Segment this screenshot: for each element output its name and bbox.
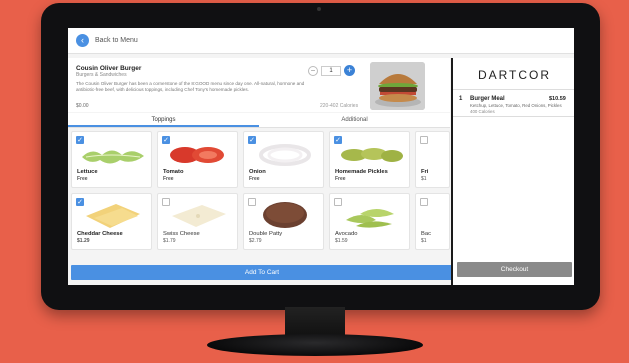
- monitor-stand: [207, 334, 423, 356]
- pickles-image: [341, 148, 403, 162]
- checkbox-unchecked[interactable]: [420, 198, 428, 206]
- tab-additional[interactable]: Additional: [259, 113, 450, 127]
- back-to-menu-link[interactable]: Back to Menu: [95, 37, 138, 44]
- product-category: Burgers & Sandwiches: [76, 72, 127, 78]
- topping-name: Swiss Cheese: [163, 231, 200, 237]
- topping-name: Cheddar Cheese: [77, 231, 123, 237]
- checkbox-checked[interactable]: ✓: [248, 136, 256, 144]
- avocado-image: [346, 209, 394, 228]
- top-bar: ‹ Back to Menu: [68, 28, 574, 54]
- add-to-cart-button[interactable]: Add To Cart: [71, 265, 453, 280]
- topping-card-lettuce[interactable]: ✓ Lettuce Free: [71, 131, 152, 188]
- topping-card-cheddar-cheese[interactable]: ✓ Cheddar Cheese $1.29: [71, 193, 152, 250]
- topping-price: Free: [249, 176, 260, 182]
- swiss-image: [172, 205, 226, 227]
- checkout-button[interactable]: Checkout: [457, 262, 572, 277]
- divider: [453, 89, 574, 90]
- product-name: Cousin Oliver Burger: [76, 65, 142, 72]
- burger-photo: [370, 62, 425, 110]
- patty-image: [263, 202, 307, 228]
- topping-name: Lettuce: [77, 169, 98, 175]
- brand-logo: DARTCOR: [477, 68, 552, 82]
- topping-name: Bac: [421, 231, 431, 237]
- option-tabs: Toppings Additional: [68, 113, 450, 128]
- product-price: $0.00: [76, 103, 89, 109]
- topping-price: Free: [77, 176, 88, 182]
- topping-name: Tomato: [163, 169, 184, 175]
- order-item-price: $10.59: [549, 96, 566, 102]
- tomato-image: [170, 147, 224, 163]
- topping-card-onion[interactable]: ✓ Onion Free: [243, 131, 324, 188]
- order-panel: DARTCOR 1 Burger Meal $10.59 Ketchup, Le…: [451, 58, 574, 285]
- topping-price: $1: [421, 238, 427, 244]
- topping-card-avocado[interactable]: Avocado $1.59: [329, 193, 410, 250]
- topping-price: $1: [421, 176, 427, 182]
- order-item-calories: 400 Calories: [470, 109, 495, 114]
- topping-name: Avocado: [335, 231, 358, 237]
- topping-card-partial[interactable]: Fri $1: [415, 131, 450, 188]
- topping-price: $2.79: [249, 238, 262, 244]
- product-calories: 220-402 Calories: [320, 103, 359, 109]
- topping-price: $1.29: [77, 238, 90, 244]
- camera-dot: [317, 7, 321, 11]
- topping-card-swiss-cheese[interactable]: Swiss Cheese $1.79: [157, 193, 238, 250]
- topping-name: Onion: [249, 169, 266, 175]
- monitor-neck: [285, 307, 345, 337]
- toppings-grid: ✓ Lettuce Free ✓ Tomato Free ✓ Onion Fre…: [71, 131, 450, 261]
- quantity-stepper: − 1 +: [308, 65, 355, 76]
- increment-button[interactable]: +: [344, 65, 355, 76]
- quantity-field[interactable]: 1: [321, 65, 341, 76]
- topping-price: Free: [163, 176, 174, 182]
- checkbox-unchecked[interactable]: [248, 198, 256, 206]
- topping-card-homemade-pickles[interactable]: ✓ Homemade Pickles Free: [329, 131, 410, 188]
- topping-price: $1.79: [163, 238, 176, 244]
- product-description: The Cousin Oliver Burger has been a corn…: [76, 81, 305, 93]
- topping-price: Free: [335, 176, 346, 182]
- order-item-description: Ketchup, Lettuce, Tomato, Red Onions, Pi…: [470, 103, 562, 108]
- product-header: Cousin Oliver Burger Burgers & Sandwiche…: [68, 58, 450, 112]
- pos-screen: ‹ Back to Menu Cousin Oliver Burger Burg…: [68, 28, 574, 285]
- decrement-button[interactable]: −: [308, 65, 318, 76]
- lettuce-image: [82, 150, 144, 164]
- topping-card-double-patty[interactable]: Double Patty $2.79: [243, 193, 324, 250]
- monitor-frame: ‹ Back to Menu Cousin Oliver Burger Burg…: [41, 3, 600, 310]
- checkbox-checked[interactable]: ✓: [334, 136, 342, 144]
- topping-name: Homemade Pickles: [335, 169, 388, 175]
- topping-card-tomato[interactable]: ✓ Tomato Free: [157, 131, 238, 188]
- topping-name: Fri: [421, 169, 429, 175]
- back-arrow-icon[interactable]: ‹: [76, 34, 89, 47]
- divider: [453, 116, 574, 117]
- cheddar-image: [86, 204, 140, 228]
- tab-toppings[interactable]: Toppings: [68, 113, 259, 127]
- topping-price: $1.59: [335, 238, 348, 244]
- order-item-name[interactable]: Burger Meal: [470, 96, 505, 102]
- topping-card-partial-bacon[interactable]: Bac $1: [415, 193, 450, 250]
- checkbox-checked[interactable]: ✓: [162, 136, 170, 144]
- item-detail-panel: Cousin Oliver Burger Burgers & Sandwiche…: [68, 58, 453, 285]
- topping-name: Double Patty: [249, 231, 283, 237]
- checkbox-unchecked[interactable]: [420, 136, 428, 144]
- onion-image: [259, 144, 311, 166]
- checkbox-unchecked[interactable]: [334, 198, 342, 206]
- order-item-qty: 1: [459, 96, 463, 102]
